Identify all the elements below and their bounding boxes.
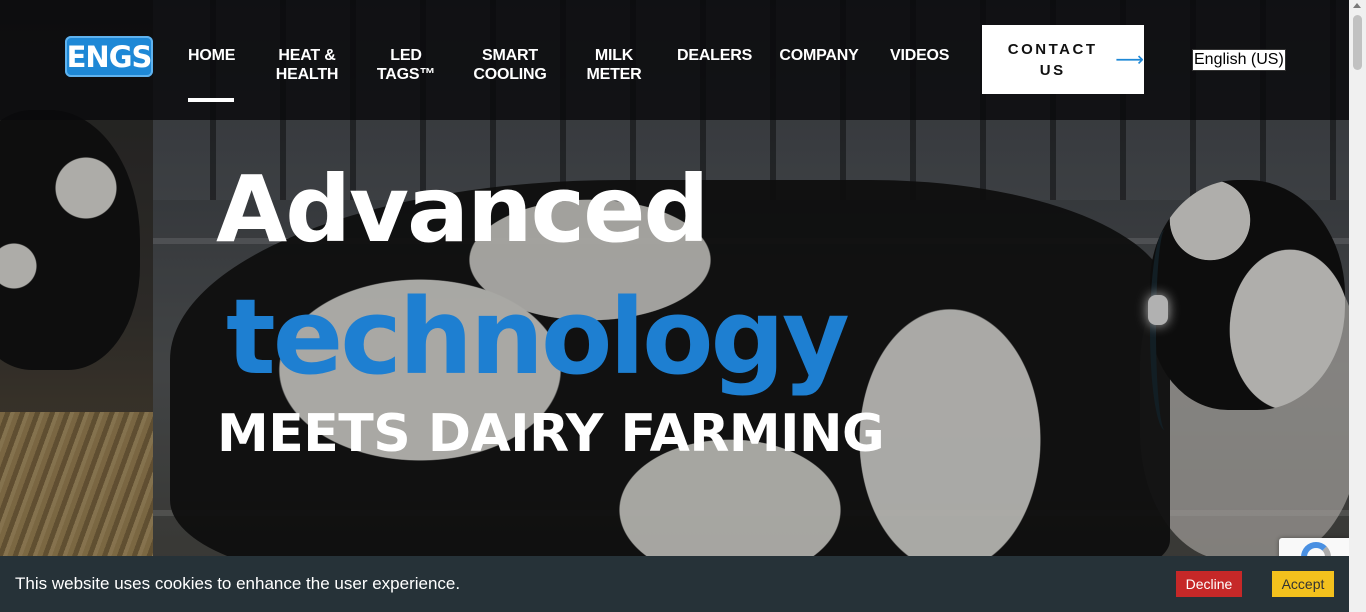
nav-led-tags[interactable]: LED TAGS™ bbox=[376, 46, 436, 84]
decline-button[interactable]: Decline bbox=[1176, 571, 1242, 597]
hero-headline-advanced: Advanced bbox=[216, 156, 709, 263]
hero-subheadline: MEETS DAIRY FARMING bbox=[217, 404, 885, 464]
contact-us-label: CONTACT US bbox=[1007, 40, 1098, 79]
nav-heat-health[interactable]: HEAT & HEALTH bbox=[275, 46, 339, 84]
nav-home[interactable]: HOME bbox=[188, 46, 235, 102]
cookie-banner: This website uses cookies to enhance the… bbox=[0, 556, 1349, 612]
scroll-up-icon[interactable] bbox=[1353, 3, 1361, 8]
language-select[interactable]: English (US) bbox=[1192, 49, 1286, 71]
engs-logo[interactable]: ENGS bbox=[65, 36, 153, 77]
page-scrollbar[interactable] bbox=[1349, 0, 1366, 612]
site-header: ENGS HOME HEAT & HEALTH LED TAGS™ SMART … bbox=[0, 0, 1349, 120]
contact-us-button[interactable]: CONTACT US ⟶ bbox=[982, 25, 1144, 94]
accept-button[interactable]: Accept bbox=[1272, 571, 1334, 597]
nav-dealers[interactable]: DEALERS bbox=[677, 46, 752, 65]
nav-smart-cooling[interactable]: SMART COOLING bbox=[472, 46, 548, 84]
nav-videos[interactable]: VIDEOS bbox=[890, 46, 949, 65]
nav-milk-meter[interactable]: MILK METER bbox=[586, 46, 642, 84]
hero-headline-technology: technology bbox=[226, 276, 850, 398]
cookie-message: This website uses cookies to enhance the… bbox=[15, 574, 461, 593]
arrow-right-icon: ⟶ bbox=[1115, 49, 1144, 71]
nav-company[interactable]: COMPANY bbox=[779, 46, 859, 65]
scrollbar-thumb[interactable] bbox=[1353, 15, 1362, 70]
